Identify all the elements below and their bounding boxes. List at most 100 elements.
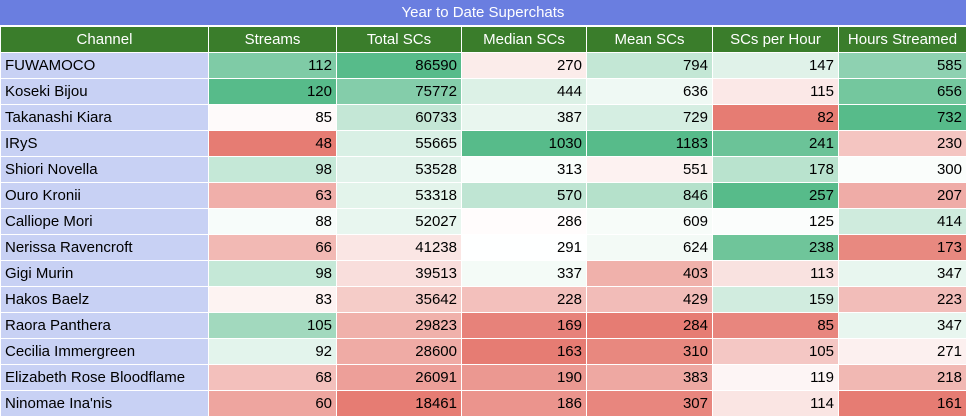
value-cell: 609: [587, 209, 713, 235]
value-cell: 846: [587, 183, 713, 209]
value-cell: 300: [839, 157, 966, 183]
value-cell: 88: [209, 209, 337, 235]
value-cell: 636: [587, 79, 713, 105]
table-row: Shiori Novella9853528313551178300: [1, 157, 966, 183]
channel-name-cell: IRyS: [1, 131, 209, 157]
channel-name-cell: Ninomae Ina'nis: [1, 391, 209, 417]
table-row: Raora Panthera1052982316928485347: [1, 313, 966, 339]
value-cell: 35642: [337, 287, 462, 313]
value-cell: 39513: [337, 261, 462, 287]
channel-name-cell: Gigi Murin: [1, 261, 209, 287]
value-cell: 105: [713, 339, 839, 365]
table-row: IRyS485566510301183241230: [1, 131, 966, 157]
value-cell: 159: [713, 287, 839, 313]
value-cell: 161: [839, 391, 966, 417]
value-cell: 86590: [337, 53, 462, 79]
channel-name-cell: Shiori Novella: [1, 157, 209, 183]
value-cell: 92: [209, 339, 337, 365]
value-cell: 169: [462, 313, 587, 339]
value-cell: 230: [839, 131, 966, 157]
channel-name-cell: FUWAMOCO: [1, 53, 209, 79]
value-cell: 414: [839, 209, 966, 235]
value-cell: 387: [462, 105, 587, 131]
value-cell: 85: [713, 313, 839, 339]
value-cell: 75772: [337, 79, 462, 105]
superchat-table: ChannelStreamsTotal SCsMedian SCsMean SC…: [0, 26, 966, 417]
table-title: Year to Date Superchats: [0, 0, 966, 26]
table-row: Elizabeth Rose Bloodflame682609119038311…: [1, 365, 966, 391]
value-cell: 570: [462, 183, 587, 209]
value-cell: 270: [462, 53, 587, 79]
value-cell: 119: [713, 365, 839, 391]
value-cell: 286: [462, 209, 587, 235]
channel-name-cell: Ouro Kronii: [1, 183, 209, 209]
value-cell: 60733: [337, 105, 462, 131]
value-cell: 178: [713, 157, 839, 183]
value-cell: 53318: [337, 183, 462, 209]
value-cell: 310: [587, 339, 713, 365]
value-cell: 223: [839, 287, 966, 313]
value-cell: 429: [587, 287, 713, 313]
value-cell: 313: [462, 157, 587, 183]
channel-name-cell: Elizabeth Rose Bloodflame: [1, 365, 209, 391]
value-cell: 551: [587, 157, 713, 183]
value-cell: 29823: [337, 313, 462, 339]
value-cell: 347: [839, 313, 966, 339]
value-cell: 585: [839, 53, 966, 79]
value-cell: 291: [462, 235, 587, 261]
value-cell: 26091: [337, 365, 462, 391]
value-cell: 83: [209, 287, 337, 313]
value-cell: 241: [713, 131, 839, 157]
table-row: Ouro Kronii6353318570846257207: [1, 183, 966, 209]
value-cell: 307: [587, 391, 713, 417]
value-cell: 52027: [337, 209, 462, 235]
value-cell: 257: [713, 183, 839, 209]
value-cell: 147: [713, 53, 839, 79]
header-row: ChannelStreamsTotal SCsMedian SCsMean SC…: [1, 27, 966, 53]
value-cell: 53528: [337, 157, 462, 183]
value-cell: 383: [587, 365, 713, 391]
value-cell: 18461: [337, 391, 462, 417]
value-cell: 114: [713, 391, 839, 417]
value-cell: 656: [839, 79, 966, 105]
value-cell: 85: [209, 105, 337, 131]
value-cell: 403: [587, 261, 713, 287]
value-cell: 82: [713, 105, 839, 131]
channel-name-cell: Koseki Bijou: [1, 79, 209, 105]
value-cell: 271: [839, 339, 966, 365]
value-cell: 113: [713, 261, 839, 287]
value-cell: 125: [713, 209, 839, 235]
value-cell: 68: [209, 365, 337, 391]
table-row: Takanashi Kiara856073338772982732: [1, 105, 966, 131]
column-header: Median SCs: [462, 27, 587, 53]
value-cell: 284: [587, 313, 713, 339]
value-cell: 337: [462, 261, 587, 287]
table-row: Cecilia Immergreen9228600163310105271: [1, 339, 966, 365]
value-cell: 41238: [337, 235, 462, 261]
value-cell: 115: [713, 79, 839, 105]
spreadsheet: Year to Date Superchats ChannelStreamsTo…: [0, 0, 966, 416]
channel-name-cell: Takanashi Kiara: [1, 105, 209, 131]
table-row: Nerissa Ravencroft6641238291624238173: [1, 235, 966, 261]
value-cell: 624: [587, 235, 713, 261]
value-cell: 190: [462, 365, 587, 391]
value-cell: 207: [839, 183, 966, 209]
value-cell: 218: [839, 365, 966, 391]
value-cell: 173: [839, 235, 966, 261]
value-cell: 60: [209, 391, 337, 417]
table-row: Hakos Baelz8335642228429159223: [1, 287, 966, 313]
value-cell: 112: [209, 53, 337, 79]
value-cell: 794: [587, 53, 713, 79]
value-cell: 186: [462, 391, 587, 417]
value-cell: 63: [209, 183, 337, 209]
column-header: Hours Streamed: [839, 27, 966, 53]
value-cell: 105: [209, 313, 337, 339]
table-row: Ninomae Ina'nis6018461186307114161: [1, 391, 966, 417]
column-header: Streams: [209, 27, 337, 53]
value-cell: 1183: [587, 131, 713, 157]
value-cell: 66: [209, 235, 337, 261]
table-row: Gigi Murin9839513337403113347: [1, 261, 966, 287]
value-cell: 48: [209, 131, 337, 157]
column-header: Total SCs: [337, 27, 462, 53]
column-header: Mean SCs: [587, 27, 713, 53]
